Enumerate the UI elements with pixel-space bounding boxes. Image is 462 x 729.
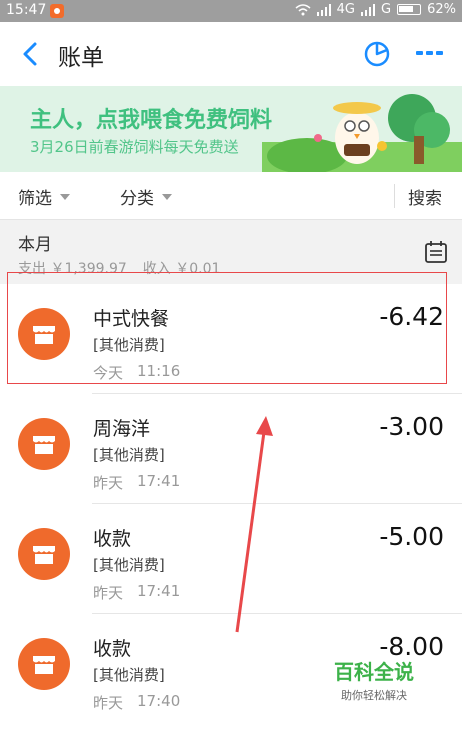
- category-dropdown[interactable]: 分类: [120, 184, 172, 209]
- transaction-category: [其他消费]: [93, 446, 165, 464]
- transaction-clock: 17:41: [137, 472, 181, 490]
- network-type: 4G: [336, 2, 356, 17]
- transaction-day: 昨天: [93, 584, 124, 602]
- transaction-name: 收款: [93, 638, 132, 660]
- chick-mascot-illustration: [262, 94, 462, 172]
- month-label: 本月: [18, 235, 52, 255]
- banner-subtitle: 3月26日前春游饲料每天免费送: [30, 138, 239, 156]
- status-bar: 15:47 4G G 62%: [0, 0, 462, 22]
- transaction-amount: -3.00: [379, 412, 444, 441]
- divider: [394, 184, 395, 208]
- promo-banner[interactable]: 主人，点我喂食免费饲料 3月26日前春游饲料每天免费送: [0, 86, 462, 172]
- banner-headline: 主人，点我喂食免费饲料: [30, 108, 273, 133]
- app-header: 账单: [0, 22, 462, 86]
- watermark: 百科全说 助你轻松解决: [334, 656, 414, 703]
- status-icons: 4G G 62%: [295, 2, 456, 17]
- transaction-name: 中式快餐: [93, 308, 170, 330]
- caret-down-icon: [60, 193, 70, 200]
- calendar-icon[interactable]: [424, 240, 448, 264]
- search-button[interactable]: 搜索: [408, 184, 442, 209]
- shop-icon: [18, 418, 70, 470]
- filter-label: 筛选: [18, 189, 52, 209]
- watermark-main: 百科全说: [334, 660, 414, 684]
- pie-chart-icon[interactable]: [362, 38, 392, 68]
- transaction-category: [其他消费]: [93, 666, 165, 684]
- transaction-row[interactable]: 中式快餐 [其他消费] 今天 11:16 -6.42: [0, 284, 462, 394]
- shop-icon: [18, 308, 70, 360]
- transaction-category: [其他消费]: [93, 336, 165, 354]
- shop-icon: [18, 528, 70, 580]
- transaction-row[interactable]: 收款 [其他消费] 昨天 17:41 -5.00: [0, 504, 462, 614]
- transaction-amount: -5.00: [379, 522, 444, 551]
- transaction-amount: -6.42: [379, 302, 444, 331]
- transaction-time: 今天 11:16: [93, 362, 180, 383]
- network-type-2: G: [381, 2, 392, 17]
- battery-level: 62%: [427, 2, 456, 17]
- transaction-day: 今天: [93, 364, 124, 382]
- category-label: 分类: [120, 189, 154, 209]
- transaction-name: 收款: [93, 528, 132, 550]
- signal-icon: [316, 3, 331, 16]
- caret-down-icon: [162, 193, 172, 200]
- transaction-time: 昨天 17:41: [93, 472, 180, 493]
- status-time: 15:47: [6, 2, 47, 18]
- more-dots-icon[interactable]: [414, 46, 446, 60]
- transaction-row[interactable]: 周海洋 [其他消费] 昨天 17:41 -3.00: [0, 394, 462, 504]
- transaction-clock: 11:16: [137, 362, 181, 380]
- page-title: 账单: [58, 45, 104, 71]
- month-section: 本月 支出 ￥1,399.97 收入 ￥0.01: [0, 220, 462, 284]
- transaction-day: 昨天: [93, 694, 124, 712]
- watermark-sub: 助你轻松解决: [341, 689, 407, 702]
- signal-icon-2: [361, 3, 376, 16]
- transaction-time: 昨天 17:40: [93, 692, 180, 713]
- chevron-left-icon[interactable]: [18, 40, 44, 68]
- notification-app-icon: [50, 4, 64, 18]
- month-summary: 支出 ￥1,399.97 收入 ￥0.01: [18, 258, 220, 278]
- transaction-day: 昨天: [93, 474, 124, 492]
- transaction-clock: 17:40: [137, 692, 181, 710]
- battery-icon: [397, 4, 422, 15]
- transaction-category: [其他消费]: [93, 556, 165, 574]
- filter-dropdown[interactable]: 筛选: [18, 184, 70, 209]
- shop-icon: [18, 638, 70, 690]
- month-income: 收入 ￥0.01: [142, 261, 221, 277]
- wifi-icon: [295, 3, 311, 15]
- filter-bar: 筛选 分类 搜索: [0, 172, 462, 220]
- transaction-clock: 17:41: [137, 582, 181, 600]
- transaction-name: 周海洋: [93, 418, 151, 440]
- month-expense: 支出 ￥1,399.97: [18, 261, 127, 277]
- transaction-time: 昨天 17:41: [93, 582, 180, 603]
